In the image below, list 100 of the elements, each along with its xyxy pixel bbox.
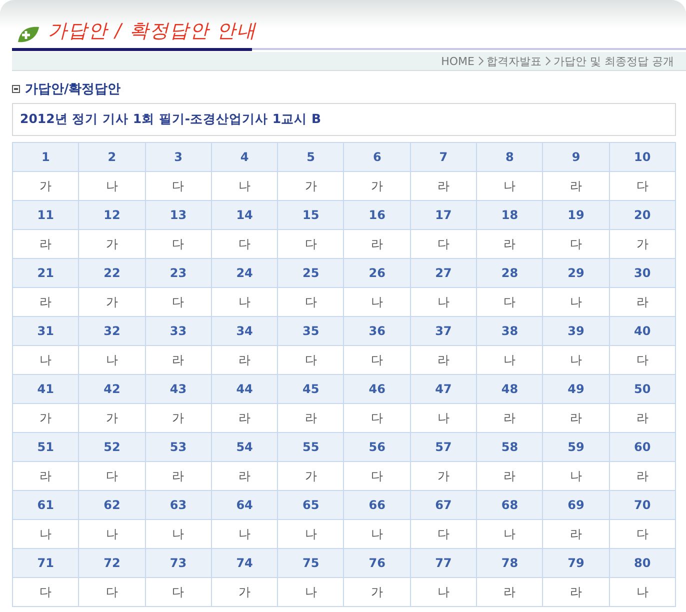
answer-cell: 다 xyxy=(344,404,410,432)
question-number-cell: 37 xyxy=(410,316,477,346)
answer-cell: 라 xyxy=(278,404,344,432)
question-number-cell: 77 xyxy=(410,548,477,578)
question-number-cell: 63 xyxy=(145,490,212,520)
question-number-cell: 61 xyxy=(12,490,79,520)
question-number-cell: 45 xyxy=(278,374,344,404)
question-number-cell: 58 xyxy=(476,432,543,462)
answer-cell: 나 xyxy=(78,346,146,374)
question-number-cell: 65 xyxy=(278,490,344,520)
question-number-cell: 5 xyxy=(278,142,344,172)
question-number-cell: 60 xyxy=(609,432,676,462)
answer-cell: 다 xyxy=(145,288,212,316)
question-number-cell: 38 xyxy=(476,316,543,346)
question-number-cell: 13 xyxy=(145,200,212,230)
answer-cell: 가 xyxy=(410,462,477,490)
question-number-cell: 11 xyxy=(12,200,79,230)
question-number-cell: 31 xyxy=(12,316,79,346)
answer-cell: 다 xyxy=(476,288,543,316)
answer-cell: 라 xyxy=(609,404,676,432)
square-bullet-icon xyxy=(12,85,20,93)
answer-cell: 나 xyxy=(542,346,610,374)
question-number-cell: 15 xyxy=(278,200,344,230)
question-number-cell: 32 xyxy=(78,316,146,346)
question-number-cell: 35 xyxy=(278,316,344,346)
answer-cell: 다 xyxy=(278,230,344,258)
question-number-cell: 75 xyxy=(278,548,344,578)
answer-cell: 나 xyxy=(542,462,610,490)
question-number-cell: 23 xyxy=(145,258,212,288)
answer-cell: 가 xyxy=(78,404,146,432)
question-number-cell: 19 xyxy=(542,200,610,230)
answer-cell: 라 xyxy=(542,404,610,432)
answer-cell: 라 xyxy=(410,346,477,374)
answer-cell: 나 xyxy=(410,288,477,316)
question-number-cell: 27 xyxy=(410,258,477,288)
answer-cell: 다 xyxy=(145,172,212,200)
answer-cell: 라 xyxy=(12,230,79,258)
question-number-cell: 80 xyxy=(609,548,676,578)
section-title: 가답안/확정답안 xyxy=(25,81,121,98)
answer-cell: 가 xyxy=(12,404,79,432)
answer-cell: 나 xyxy=(278,520,344,548)
answer-cell: 다 xyxy=(145,230,212,258)
answer-cell: 나 xyxy=(211,520,278,548)
question-number-cell: 29 xyxy=(542,258,610,288)
question-number-cell: 20 xyxy=(609,200,676,230)
answer-cell: 나 xyxy=(609,578,676,606)
answer-cell: 라 xyxy=(476,462,543,490)
question-number-cell: 2 xyxy=(78,142,146,172)
answer-cell: 라 xyxy=(542,172,610,200)
answer-cell: 다 xyxy=(410,230,477,258)
answer-cell: 가 xyxy=(278,172,344,200)
question-number-cell: 16 xyxy=(344,200,410,230)
question-number-cell: 10 xyxy=(609,142,676,172)
answer-cell: 라 xyxy=(609,288,676,316)
answer-cell: 라 xyxy=(609,462,676,490)
breadcrumb-item[interactable]: 가답안 및 최종정답 공개 xyxy=(554,54,674,68)
answer-cell: 라 xyxy=(12,462,79,490)
question-number-cell: 25 xyxy=(278,258,344,288)
leaf-icon xyxy=(16,24,40,44)
answer-cell: 나 xyxy=(78,172,146,200)
answer-cell: 나 xyxy=(145,520,212,548)
answer-cell: 나 xyxy=(12,520,79,548)
answer-cell: 다 xyxy=(211,230,278,258)
question-number-cell: 3 xyxy=(145,142,212,172)
answer-cell: 다 xyxy=(410,520,477,548)
question-number-cell: 52 xyxy=(78,432,146,462)
question-number-cell: 74 xyxy=(211,548,278,578)
question-number-cell: 53 xyxy=(145,432,212,462)
question-number-cell: 30 xyxy=(609,258,676,288)
question-number-cell: 40 xyxy=(609,316,676,346)
question-number-cell: 51 xyxy=(12,432,79,462)
answer-cell: 나 xyxy=(211,172,278,200)
answer-cell: 다 xyxy=(278,288,344,316)
answer-cell: 나 xyxy=(410,404,477,432)
question-number-cell: 39 xyxy=(542,316,610,346)
answer-cell: 다 xyxy=(12,578,79,606)
answer-cell: 다 xyxy=(542,230,610,258)
question-number-cell: 36 xyxy=(344,316,410,346)
answer-cell: 가 xyxy=(12,172,79,200)
answer-cell: 나 xyxy=(476,172,543,200)
breadcrumb-item[interactable]: 합격자발표 xyxy=(486,54,542,68)
question-number-cell: 26 xyxy=(344,258,410,288)
breadcrumb-item[interactable]: HOME xyxy=(441,54,474,68)
answer-cell: 라 xyxy=(476,578,543,606)
question-number-cell: 72 xyxy=(78,548,146,578)
question-number-cell: 49 xyxy=(542,374,610,404)
answer-cell: 가 xyxy=(278,462,344,490)
answer-cell: 다 xyxy=(78,578,146,606)
answer-cell: 다 xyxy=(609,172,676,200)
answer-cell: 다 xyxy=(609,520,676,548)
question-number-cell: 44 xyxy=(211,374,278,404)
answer-cell: 나 xyxy=(344,288,410,316)
answer-cell: 라 xyxy=(145,462,212,490)
answer-cell: 나 xyxy=(12,346,79,374)
question-number-cell: 78 xyxy=(476,548,543,578)
question-number-cell: 18 xyxy=(476,200,543,230)
answer-cell: 나 xyxy=(476,520,543,548)
answer-cell: 라 xyxy=(211,346,278,374)
answer-cell: 다 xyxy=(278,346,344,374)
question-number-cell: 48 xyxy=(476,374,543,404)
